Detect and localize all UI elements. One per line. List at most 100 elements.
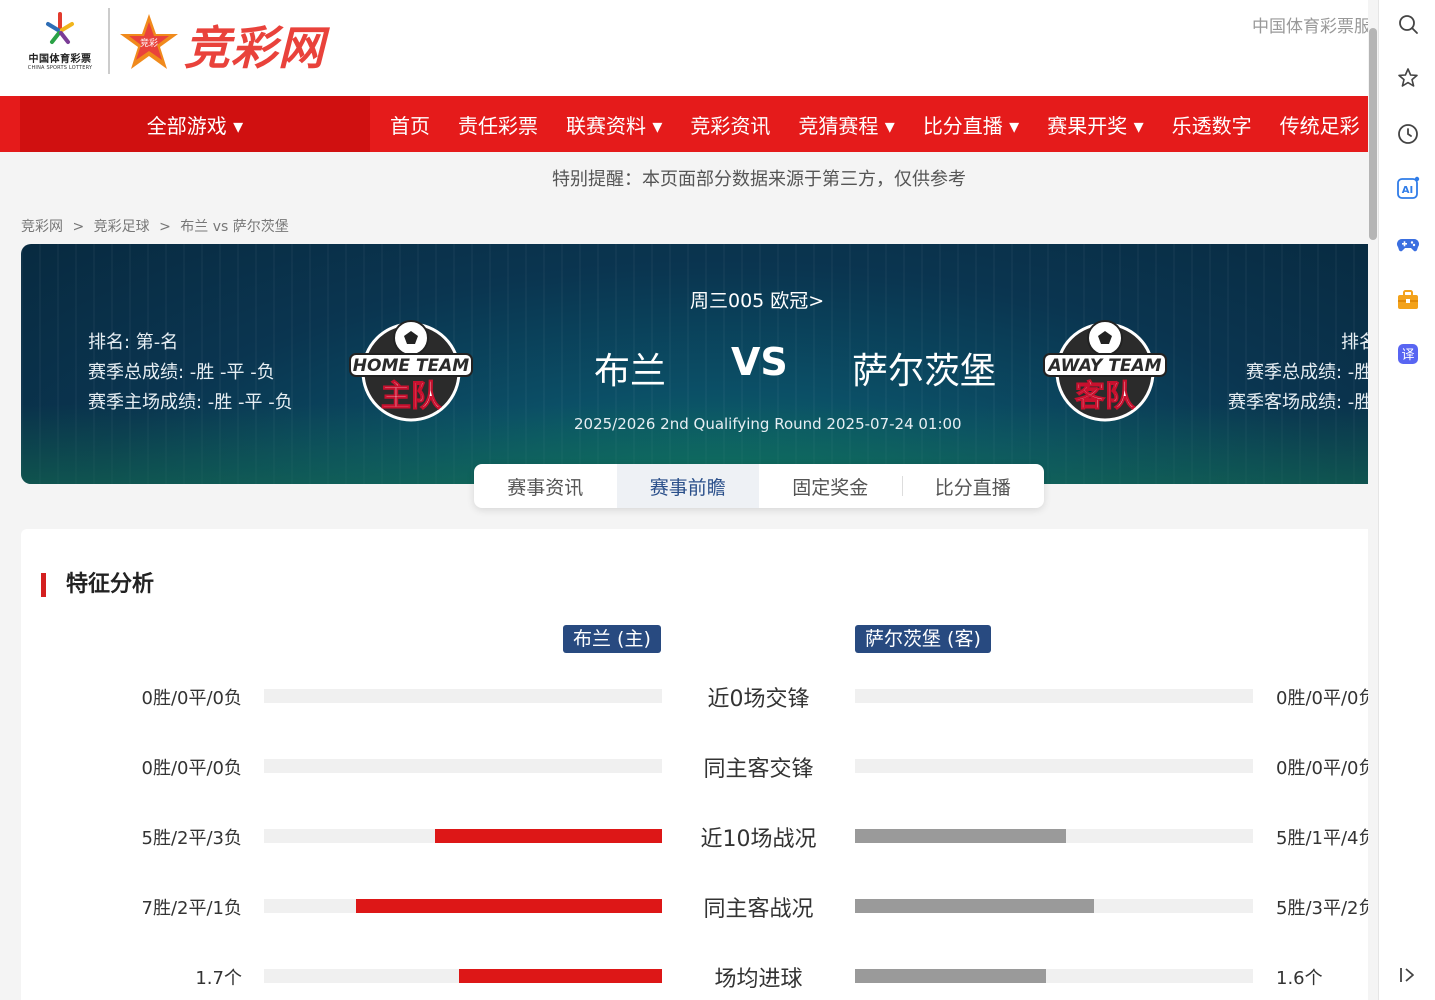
home-season-home: 赛季主场成绩: -胜 -平 -负 xyxy=(88,392,293,413)
site-header: 中国体育彩票 CHINA SPORTS LOTTERY 竞彩 竞彩网 中国体育彩… xyxy=(0,0,1378,96)
brand-name: 竞彩网 xyxy=(184,21,325,75)
away-stat-value: 0胜/0平/0负 xyxy=(1276,758,1377,779)
home-season-total: 赛季总成绩: -胜 -平 -负 xyxy=(88,362,275,383)
away-stat-value: 1.6个 xyxy=(1276,968,1323,989)
away-stat-bar xyxy=(855,759,1253,773)
game-icon[interactable] xyxy=(1396,232,1420,256)
breadcrumb-football[interactable]: 竞彩足球 xyxy=(94,219,150,235)
away-stat-bar xyxy=(855,899,1253,913)
svg-text:客队: 客队 xyxy=(1075,379,1136,414)
nav-item-lotto[interactable]: 乐透数字 xyxy=(1158,110,1266,139)
browser-sidebar: AI 译 xyxy=(1378,0,1435,1000)
home-stat-value: 1.7个 xyxy=(195,968,242,989)
tab-match-news[interactable]: 赛事资讯 xyxy=(474,464,617,508)
home-bar-fill xyxy=(435,829,662,843)
home-team-tag: 布兰 (主) xyxy=(563,625,661,653)
nav-item-news[interactable]: 竞彩资讯 xyxy=(676,110,784,139)
away-season-away: 赛季客场成绩: -胜 -平 -负 xyxy=(1228,392,1378,413)
away-stat-value: 0胜/0平/0负 xyxy=(1276,688,1377,709)
stat-label: 场均进球 xyxy=(714,967,803,992)
svg-text:AWAY TEAM: AWAY TEAM xyxy=(1046,356,1161,376)
away-rank: 排名: 第-名 xyxy=(1341,332,1378,353)
history-icon[interactable] xyxy=(1396,122,1420,146)
tab-fixed-odds[interactable]: 固定奖金 xyxy=(759,464,902,508)
search-icon[interactable] xyxy=(1396,12,1420,36)
away-team-name: 萨尔茨堡 xyxy=(852,351,997,392)
nav-item-home[interactable]: 首页 xyxy=(376,110,444,139)
nav-item-live-score[interactable]: 比分直播 ▾ xyxy=(909,110,1033,139)
home-stat-value: 7胜/2平/1负 xyxy=(141,898,243,919)
home-rank: 排名: 第-名 xyxy=(88,332,179,353)
away-team-info: 排名: 第-名 赛季总成绩: -胜 -平 -负 赛季客场成绩: -胜 -平 -负 xyxy=(1228,328,1378,418)
stat-label: 近0场交锋 xyxy=(707,687,810,712)
home-stat-value: 5胜/2平/3负 xyxy=(141,828,243,849)
stat-label: 同主客战况 xyxy=(703,897,814,922)
svg-text:竞彩: 竞彩 xyxy=(140,37,158,49)
away-bar-fill xyxy=(855,899,1094,913)
breadcrumb-sep: > xyxy=(72,219,85,235)
away-bar-fill xyxy=(855,829,1066,843)
star-icon[interactable] xyxy=(1396,66,1420,90)
away-stat-value: 5胜/3平/2负 xyxy=(1276,898,1377,919)
home-bar-fill xyxy=(355,899,662,913)
svg-text:AI: AI xyxy=(1402,185,1413,196)
nav-item-responsible[interactable]: 责任彩票 xyxy=(444,110,552,139)
match-time: 2025/2026 2nd Qualifying Round 2025-07-2… xyxy=(574,415,962,433)
stat-label: 近10场战况 xyxy=(700,827,817,852)
lottery-star-icon xyxy=(46,12,74,44)
away-team-tag: 萨尔茨堡 (客) xyxy=(855,625,991,653)
translate-icon[interactable]: 译 xyxy=(1396,342,1420,366)
lottery-logo-en: CHINA SPORTS LOTTERY xyxy=(27,65,93,71)
svg-text:主队: 主队 xyxy=(381,379,442,414)
page: 中国体育彩票 CHINA SPORTS LOTTERY 竞彩 竞彩网 中国体育彩… xyxy=(0,0,1378,1000)
away-stat-value: 5胜/1平/4负 xyxy=(1276,828,1377,849)
brand-star-icon: 竞彩 xyxy=(120,14,178,69)
home-team-info: 排名: 第-名 赛季总成绩: -胜 -平 -负 赛季主场成绩: -胜 -平 -负 xyxy=(88,328,293,418)
collapse-sidebar-icon[interactable] xyxy=(1396,963,1420,987)
away-team-badge-icon: AWAY TEAM 客队 xyxy=(1043,320,1167,422)
breadcrumb: 竞彩网 > 竞彩足球 > 布兰 vs 萨尔茨堡 xyxy=(21,216,294,236)
brand-logo[interactable]: 竞彩 竞彩网 xyxy=(118,10,358,76)
match-tabs: 赛事资讯 赛事前瞻 固定奖金 比分直播 xyxy=(474,464,1044,508)
tab-live-score[interactable]: 比分直播 xyxy=(901,464,1045,508)
nav-item-traditional[interactable]: 传统足彩 xyxy=(1266,110,1374,139)
breadcrumb-sep: > xyxy=(159,219,171,235)
stat-label: 同主客交锋 xyxy=(703,757,814,782)
home-stat-bar xyxy=(264,759,662,773)
breadcrumb-current: 布兰 vs 萨尔茨堡 xyxy=(180,219,289,235)
china-sports-lottery-logo[interactable]: 中国体育彩票 CHINA SPORTS LOTTERY xyxy=(18,10,102,76)
nav-item-league-data[interactable]: 联赛资料 ▾ xyxy=(552,110,676,139)
away-bar-fill xyxy=(855,969,1047,983)
home-stat-value: 0胜/0平/0负 xyxy=(141,758,243,779)
match-league-link[interactable]: 周三005 欧冠> xyxy=(690,286,824,313)
logo-divider xyxy=(108,8,110,74)
nav-item-results[interactable]: 赛果开奖 ▾ xyxy=(1033,110,1157,139)
svg-text:HOME TEAM: HOME TEAM xyxy=(353,356,469,376)
ai-icon[interactable]: AI xyxy=(1396,176,1420,200)
away-season-total: 赛季总成绩: -胜 -平 -负 xyxy=(1246,362,1378,383)
stat-row: 7胜/2平/1负 同主客战况 5胜/3平/2负 xyxy=(21,886,1378,926)
away-stat-bar xyxy=(855,829,1253,843)
home-stat-bar xyxy=(264,829,662,843)
service-link[interactable]: 中国体育彩票服务 xyxy=(1252,12,1378,37)
section-title: 特征分析 xyxy=(41,573,154,597)
all-games-menu[interactable]: 全部游戏 ▾ xyxy=(20,96,370,152)
stat-row: 0胜/0平/0负 近0场交锋 0胜/0平/0负 xyxy=(21,676,1378,716)
scrollbar-thumb[interactable] xyxy=(1369,28,1377,240)
home-stat-bar xyxy=(264,689,662,703)
svg-text:译: 译 xyxy=(1401,348,1414,363)
vs-label: VS xyxy=(731,340,788,384)
toolbox-icon[interactable] xyxy=(1396,288,1420,312)
home-team-name: 布兰 xyxy=(594,351,667,392)
page-scrollbar[interactable] xyxy=(1368,0,1378,1000)
stat-row: 1.7个 场均进球 1.6个 xyxy=(21,956,1378,996)
tab-match-preview[interactable]: 赛事前瞻 xyxy=(616,464,759,508)
breadcrumb-home[interactable]: 竞彩网 xyxy=(21,219,63,235)
nav-item-schedule[interactable]: 竞猜赛程 ▾ xyxy=(784,110,908,139)
match-hero: 排名: 第-名 赛季总成绩: -胜 -平 -负 赛季主场成绩: -胜 -平 -负… xyxy=(21,244,1378,484)
away-stat-bar xyxy=(855,969,1253,983)
main-nav: 全部游戏 ▾ 首页 责任彩票 联赛资料 ▾ 竞彩资讯 竞猜赛程 ▾ 比分直播 ▾… xyxy=(0,96,1378,152)
nav-items: 首页 责任彩票 联赛资料 ▾ 竞彩资讯 竞猜赛程 ▾ 比分直播 ▾ 赛果开奖 ▾… xyxy=(376,96,1374,152)
feature-analysis-panel: 特征分析 布兰 (主) 萨尔茨堡 (客) 0胜/0平/0负 近0场交锋 0胜/0… xyxy=(21,529,1378,1000)
home-stat-value: 0胜/0平/0负 xyxy=(141,688,243,709)
